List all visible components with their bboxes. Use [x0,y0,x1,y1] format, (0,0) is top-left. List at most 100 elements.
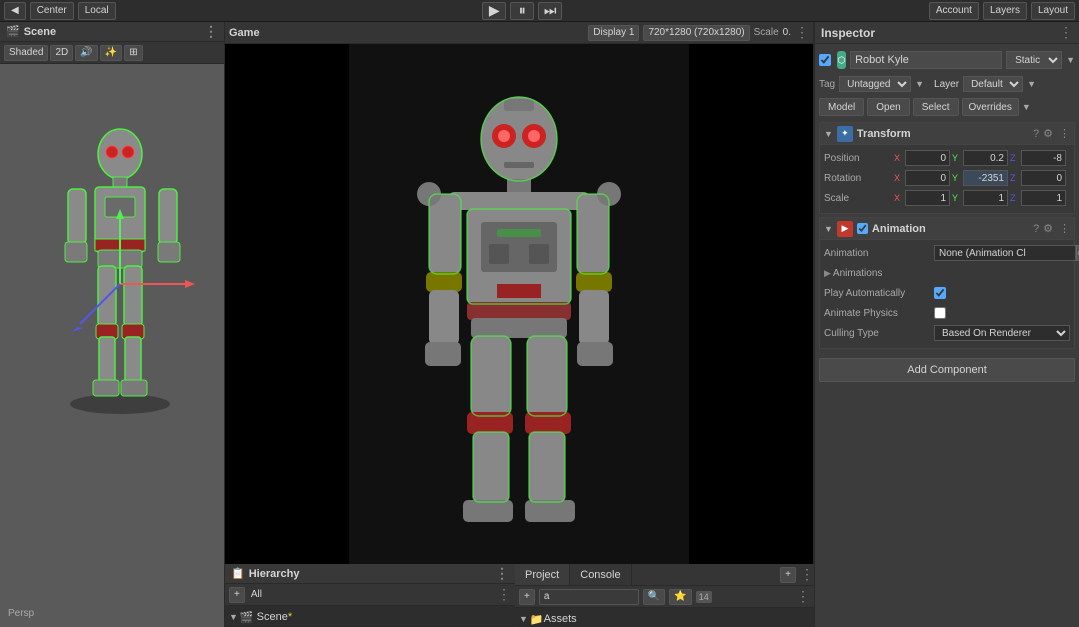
scene-viewport[interactable] [0,64,224,424]
play-auto-checkbox[interactable] [934,287,946,299]
pos-y-input[interactable] [963,150,1008,166]
animation-value[interactable] [934,245,1076,261]
scene-icon: 🎬 [6,25,20,38]
game-viewport[interactable] [225,44,813,564]
static-dropdown[interactable]: Static [1006,51,1062,69]
transform-menu-icon[interactable]: ⋮ [1059,127,1070,140]
top-bar: ◀ Center Local ▶ ⏸ ⏭ Account Layers Layo… [0,0,1079,22]
scale-z-input[interactable] [1021,190,1066,206]
scene-grid-btn[interactable]: ⊞ [124,45,142,61]
static-arrow: ▼ [1066,55,1075,65]
obj-enabled-checkbox[interactable] [819,54,831,66]
console-tab[interactable]: Console [570,564,631,585]
culling-dropdown[interactable]: Based On Renderer [934,325,1070,341]
scene-audio-btn[interactable]: 🔊 [75,45,97,61]
anim-help-icon[interactable]: ? [1033,223,1039,235]
hierarchy-options[interactable]: ⋮ [497,586,511,603]
account-btn[interactable]: Account [929,2,979,20]
project-tab[interactable]: Project [515,564,570,585]
transform-settings-icon[interactable]: ⚙ [1043,127,1053,140]
inspector-panel: Inspector ⋮ ⬡ Static ▼ Tag Untagged [814,22,1079,627]
hierarchy-item-scene[interactable]: ▼ 🎬 Scene* [225,608,515,626]
animation-header[interactable]: ▼ ▶ Animation ? ⚙ ⋮ [820,218,1074,240]
scene-nav-btn[interactable]: ◀ [4,2,26,20]
scale-y-input[interactable] [963,190,1008,206]
anim-menu-icon[interactable]: ⋮ [1059,222,1070,235]
project-search[interactable] [539,589,639,605]
rot-x-input[interactable] [905,170,950,186]
scene-content: Persp [0,64,224,627]
project-options[interactable]: ⋮ [796,588,810,605]
animations-label: Animations [833,268,943,279]
scene-fx-btn[interactable]: ✨ [100,45,122,61]
animation-field-row: Animation ○ [824,244,1070,262]
transform-help-icon[interactable]: ? [1033,128,1039,140]
scene-panel: 🎬 Scene ⋮ Shaded 2D 🔊 ✨ ⊞ [0,22,225,627]
layer-select[interactable]: Default [963,76,1023,92]
resolution-btn[interactable]: 720*1280 (720x1280) [643,25,749,41]
rot-x-label: X [894,173,904,183]
open-btn[interactable]: Open [867,98,909,116]
animate-physics-row: Animate Physics [824,304,1070,322]
play-button[interactable]: ▶ [482,2,506,20]
inspector-header: Inspector ⋮ [815,22,1079,44]
rot-z-input[interactable] [1021,170,1066,186]
tag-select[interactable]: Untagged [839,76,911,92]
pos-z-label: Z [1010,153,1020,163]
pos-z-input[interactable] [1021,150,1066,166]
project-filter-btn[interactable]: 🔍 [643,589,665,605]
anim-icon-symbol: ▶ [841,223,848,234]
hierarchy-add-btn[interactable]: + [229,587,245,603]
inspector-title: Inspector [821,26,875,40]
assets-arrow: ▼ [519,614,528,624]
play-auto-row: Play Automatically [824,284,1070,302]
center-btn[interactable]: Center [30,2,74,20]
transform-header[interactable]: ▼ ✦ Transform ? ⚙ ⋮ [820,123,1074,145]
anim-enabled-checkbox[interactable] [857,223,868,234]
hierarchy-all-label: All [247,589,266,600]
scene-toolbar: Shaded 2D 🔊 ✨ ⊞ [0,42,224,64]
pause-button[interactable]: ⏸ [510,2,534,20]
anim-settings-icon[interactable]: ⚙ [1043,222,1053,235]
scene-star: * [288,611,292,623]
rot-x-group: X [894,170,950,186]
layout-btn[interactable]: Layout [1031,2,1075,20]
scale-value: 0. [783,27,791,38]
overrides-btn[interactable]: Overrides [962,98,1019,116]
inspector-menu[interactable]: ⋮ [1059,24,1073,41]
project-assets[interactable]: ▼ 📁 Assets [515,610,814,627]
step-button[interactable]: ⏭ [538,2,562,20]
scale-y-group: Y [952,190,1008,206]
rot-z-label: Z [1010,173,1020,183]
rotation-row: Rotation X Y Z [824,169,1070,187]
project-starred-btn[interactable]: ⭐ [669,589,691,605]
animation-body: Animation ○ ▶ Animations Play Automatica… [820,240,1074,348]
obj-name-input[interactable] [850,51,1002,69]
scale-x-input[interactable] [905,190,950,206]
scale-label: Scale [754,27,779,38]
local-btn[interactable]: Local [78,2,116,20]
hierarchy-menu[interactable]: ⋮ [495,565,509,582]
shaded-btn[interactable]: Shaded [4,45,48,61]
project-menu[interactable]: ⋮ [800,566,814,583]
scale-z-label: Z [1010,193,1020,203]
tag-arrow: ▼ [915,79,924,89]
2d-btn[interactable]: 2D [50,45,73,61]
model-btn[interactable]: Model [819,98,864,116]
animate-physics-checkbox[interactable] [934,307,946,319]
rot-y-input[interactable] [963,170,1008,186]
hierarchy-list: ▼ 🎬 Scene* 🎥 Main Camera 💡 Directional L… [225,606,515,626]
game-menu-icon[interactable]: ⋮ [795,24,809,41]
display-btn[interactable]: Display 1 [588,25,639,41]
pos-y-group: Y [952,150,1008,166]
hierarchy-toolbar: + All ⋮ [225,584,515,606]
add-component-button[interactable]: Add Component [819,358,1075,382]
project-add-btn[interactable]: + [780,567,796,583]
scene-menu-icon[interactable]: ⋮ [204,23,218,40]
pos-x-input[interactable] [905,150,950,166]
project-plus-btn[interactable]: + [519,589,535,605]
layers-btn[interactable]: Layers [983,2,1027,20]
select-btn[interactable]: Select [913,98,959,116]
animation-title: Animation [872,223,1029,235]
transform-icon-symbol: ✦ [841,128,849,139]
